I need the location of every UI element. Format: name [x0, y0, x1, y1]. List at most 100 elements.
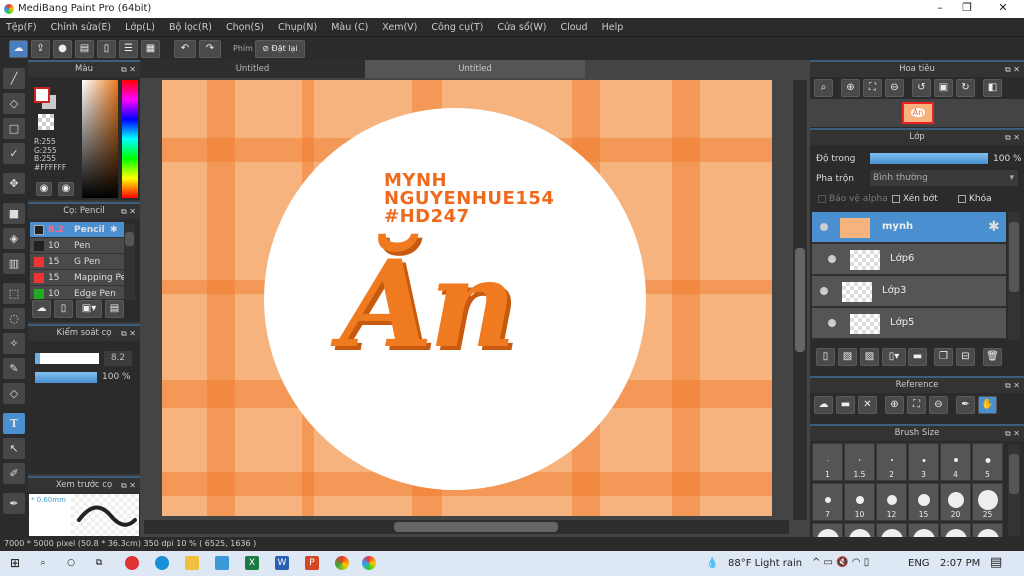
clock[interactable]: 2:07 PM: [940, 558, 980, 569]
close-button[interactable]: ✕: [988, 1, 1018, 17]
brush-size-cell[interactable]: 5: [972, 443, 1003, 481]
brush-item[interactable]: 10 Edge Pen: [30, 286, 124, 299]
menu-file[interactable]: Tệp(F): [6, 22, 37, 33]
menu-snap[interactable]: Chụp(N): [278, 22, 317, 33]
panel-close-icon[interactable]: ⧉ ✕: [121, 478, 136, 493]
brush-size-cell[interactable]: 7: [812, 483, 843, 521]
brush-size-cell[interactable]: 4: [940, 443, 971, 481]
search-icon[interactable]: ⌕: [36, 556, 50, 570]
folder-icon[interactable]: ▬: [908, 348, 927, 366]
layer-row[interactable]: mynh ✱: [812, 212, 1006, 243]
speech-bubble-icon[interactable]: ●: [53, 40, 72, 58]
tab-untitled-1[interactable]: Untitled: [140, 60, 365, 78]
brush-size-cell[interactable]: [908, 523, 939, 537]
comment-icon[interactable]: ▤: [75, 40, 94, 58]
fit-icon[interactable]: ▣: [934, 79, 953, 97]
transparent-color-swatch[interactable]: [38, 114, 54, 130]
layer-row[interactable]: Lớp3: [812, 276, 1006, 307]
select-rect-tool-icon[interactable]: ⬚: [3, 283, 25, 304]
new-halftone-layer-icon[interactable]: ▧: [838, 348, 857, 366]
app-icon[interactable]: [125, 556, 139, 570]
computer-icon[interactable]: [215, 556, 229, 570]
gradient-tool-icon[interactable]: ▥: [3, 253, 25, 274]
redo-icon[interactable]: ↷: [199, 40, 221, 58]
brush-size-cell[interactable]: 1.5: [844, 443, 875, 481]
eye-icon[interactable]: [820, 223, 828, 231]
menu-help[interactable]: Help: [602, 22, 624, 33]
document-icon[interactable]: ▯: [97, 40, 116, 58]
brush-size-cell[interactable]: [812, 523, 843, 537]
palette-settings-icon[interactable]: ◉: [58, 182, 74, 196]
layer-row[interactable]: Lớp6: [812, 244, 1006, 275]
brush-size-cell[interactable]: [940, 523, 971, 537]
panel-close-icon[interactable]: ⧉ ✕: [1005, 378, 1020, 393]
gear-icon[interactable]: ✱: [110, 222, 118, 238]
bucket-tool-icon[interactable]: ◈: [3, 228, 25, 249]
brush-menu-icon[interactable]: ▣▾: [76, 300, 102, 318]
operation-tool-icon[interactable]: ↖: [3, 438, 25, 459]
layer-list-scrollbar[interactable]: [1008, 212, 1020, 340]
notification-icon[interactable]: ▤: [990, 555, 1002, 570]
new-8bit-layer-icon[interactable]: ▨: [860, 348, 879, 366]
grid-icon[interactable]: ▦: [141, 40, 160, 58]
move-tool-icon[interactable]: ✥: [3, 173, 25, 194]
lasso-tool-icon[interactable]: ◌: [3, 308, 25, 329]
brush-size-cell[interactable]: [972, 523, 1003, 537]
eye-icon[interactable]: [820, 287, 828, 295]
zoom-out-icon[interactable]: ⊖: [885, 79, 904, 97]
undo-icon[interactable]: ↶: [174, 40, 196, 58]
brush-size-cell[interactable]: 20: [940, 483, 971, 521]
hand-icon[interactable]: ✋: [978, 396, 997, 414]
chrome-icon[interactable]: [335, 556, 349, 570]
brush-size-cell[interactable]: 25: [972, 483, 1003, 521]
menu-edit[interactable]: Chỉnh sửa(E): [51, 22, 112, 33]
magic-wand-tool-icon[interactable]: ✧: [3, 333, 25, 354]
brush-item[interactable]: 15 Mapping Pen: [30, 270, 124, 286]
clip-checkbox[interactable]: Xén bớt: [892, 194, 938, 204]
zoom-out-icon[interactable]: ⊖: [929, 396, 948, 414]
fit-screen-icon[interactable]: ⛶: [863, 79, 882, 97]
brush-size-cell[interactable]: 1: [812, 443, 843, 481]
cortana-icon[interactable]: ○: [64, 556, 78, 570]
zoom-reset-icon[interactable]: ⌕: [814, 79, 833, 97]
brush-item[interactable]: 10 Pen: [30, 238, 124, 254]
weather-text[interactable]: 88°F Light rain: [728, 558, 802, 569]
brush-tool-icon[interactable]: ╱: [3, 68, 25, 89]
select-eraser-tool-icon[interactable]: ◇: [3, 383, 25, 404]
text-tool-icon[interactable]: T: [3, 413, 25, 434]
menu-filter[interactable]: Bộ lọc(R): [169, 22, 212, 33]
shape-tool-icon[interactable]: □: [3, 118, 25, 139]
layer-opacity-slider[interactable]: [870, 153, 988, 164]
blend-mode-select[interactable]: Bình thường ▾: [870, 170, 1018, 186]
minimize-button[interactable]: –: [925, 1, 955, 17]
saturation-value-picker[interactable]: [82, 80, 118, 198]
brush-settings-icon[interactable]: ▤: [105, 300, 124, 318]
protect-alpha-checkbox[interactable]: Bảo vệ alpha: [818, 194, 888, 204]
brush-size-cell[interactable]: 10: [844, 483, 875, 521]
gear-icon[interactable]: ✱: [988, 219, 1000, 235]
powerpoint-icon[interactable]: P: [305, 556, 319, 570]
menu-layer[interactable]: Lớp(L): [125, 22, 155, 33]
menu-cloud[interactable]: Cloud: [560, 22, 587, 33]
delete-layer-icon[interactable]: 🗑: [983, 348, 1002, 366]
brush-size-cell[interactable]: [844, 523, 875, 537]
panel-close-icon[interactable]: ⧉ ✕: [121, 62, 136, 77]
eye-icon[interactable]: [828, 255, 836, 263]
brush-size-cell[interactable]: 3: [908, 443, 939, 481]
eraser-tool-icon[interactable]: ◇: [3, 93, 25, 114]
add-layer-menu-icon[interactable]: ▯▾: [882, 348, 906, 366]
brush-size-cell[interactable]: 12: [876, 483, 907, 521]
rotate-left-icon[interactable]: ↺: [912, 79, 931, 97]
navigator-thumbnail[interactable]: Ăn: [902, 102, 934, 124]
list-icon[interactable]: ☰: [119, 40, 138, 58]
duplicate-layer-icon[interactable]: ❐: [934, 348, 953, 366]
panel-close-icon[interactable]: ⧉ ✕: [1005, 426, 1020, 441]
share-icon[interactable]: ⇪: [31, 40, 50, 58]
panel-close-icon[interactable]: ⧉ ✕: [121, 326, 136, 341]
menu-view[interactable]: Xem(V): [382, 22, 417, 33]
excel-icon[interactable]: X: [245, 556, 259, 570]
rotate-right-icon[interactable]: ↻: [956, 79, 975, 97]
vertical-scrollbar[interactable]: [793, 80, 807, 520]
hand-tool-icon[interactable]: ✐: [3, 463, 25, 484]
drawing-canvas[interactable]: MYNH NGUYENHUE154 #HD247 Ăn: [162, 80, 772, 516]
